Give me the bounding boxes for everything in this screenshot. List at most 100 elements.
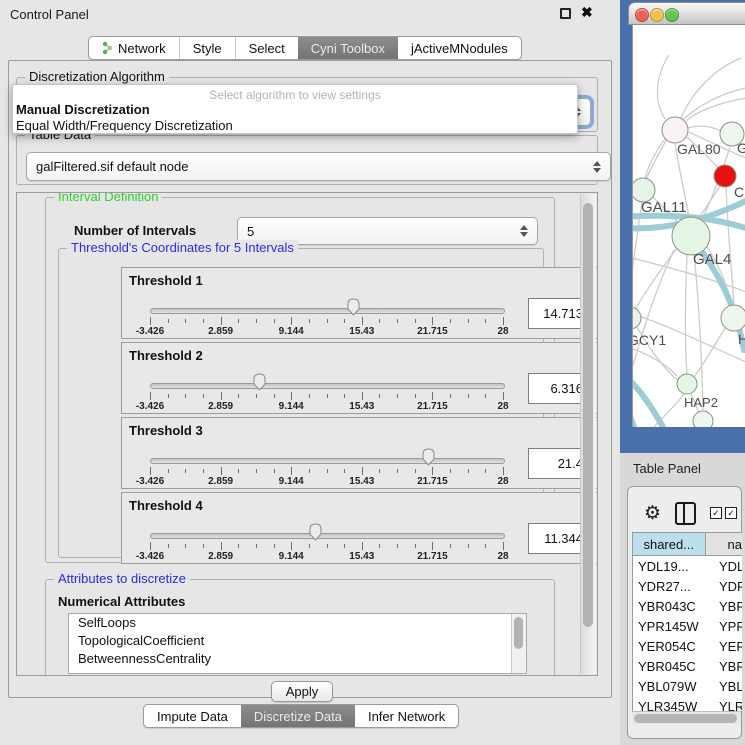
close-icon[interactable]: ✖ [581,4,593,21]
slider-ticks [150,392,503,401]
slider-thumb[interactable] [421,448,436,466]
attribute-list-item[interactable]: TopologicalCoefficient [69,632,526,650]
node-label: C [734,184,744,200]
scrollbar-thumb[interactable] [583,203,593,627]
slider-tick-labels: -3.4262.8599.14415.4321.71528 [150,551,503,562]
network-node[interactable] [677,374,697,394]
node-label: GCY1 [633,332,666,348]
network-node[interactable] [693,411,713,427]
network-node[interactable] [714,165,736,187]
threshold-3-panel: Threshold 3 -3.4262.8599.14415.4321.7152… [121,417,598,489]
panel-title: Control Panel [10,7,89,22]
table-data-group: Table Data galFiltered.sif default node [16,135,598,185]
minimize-traffic-light[interactable] [650,8,664,22]
table-row[interactable]: YPR145WYPR1 [633,616,742,636]
node-label: GAL80 [677,141,721,157]
network-node[interactable] [672,217,710,255]
numerical-attributes-list[interactable]: SelfLoopsTopologicalCoefficientBetweenne… [68,613,527,674]
combo-arrows-icon [593,161,601,173]
column-header-shared-name[interactable]: shared... [633,533,706,555]
node-label: HAP2 [684,395,718,410]
numerical-attributes-label: Numerical Attributes [58,594,185,609]
tab-style[interactable]: Style [179,37,235,59]
node-table: shared... na YDL19...YDL1YDR27...YDR2YBR… [632,532,742,712]
slider-tick-labels: -3.4262.8599.14415.4321.71528 [150,476,503,487]
slider-track[interactable] [150,308,505,314]
threshold-1-panel: Threshold 1 -3.4262.8599.14415.4321.7152… [121,267,598,339]
column-header-name[interactable]: na [706,533,742,555]
scrollbar-thumb[interactable] [634,714,737,723]
popup-option-manual-discretization[interactable]: Manual Discretization [16,102,150,117]
network-icon [102,41,113,55]
slider-track[interactable] [150,458,505,464]
slider-thumb[interactable] [346,298,361,316]
slider-thumb[interactable] [252,373,267,391]
checkbox-icon[interactable]: ✓ [710,507,722,519]
group-title: Discretization Algorithm [25,69,169,84]
slider-ticks [150,317,503,326]
attributes-group: Attributes to discretize Numerical Attri… [45,579,555,676]
top-tab-bar: Network Style Select Cyni Toolbox jActiv… [88,36,522,60]
slider-tick-labels: -3.4262.8599.14415.4321.71528 [150,326,503,337]
list-scrollbar[interactable] [511,614,526,673]
tab-infer-network[interactable]: Infer Network [355,705,458,727]
node-label: H [738,331,745,347]
table-row[interactable]: YDR27...YDR2 [633,576,742,596]
popup-option-equal-width[interactable]: Equal Width/Frequency Discretization [16,118,233,133]
threshold-label: Threshold 2 [129,348,203,363]
settings-scrollpane: Interval Definition Number of Intervals … [16,192,598,676]
tab-impute-data[interactable]: Impute Data [144,705,241,727]
threshold-4-panel: Threshold 4 -3.4262.8599.14415.4321.7152… [121,492,598,564]
table-row[interactable]: YDL19...YDL1 [633,556,742,576]
attribute-list-item[interactable]: BetweennessCentrality [69,650,526,668]
network-node[interactable] [633,307,641,329]
table-row[interactable]: YLR345WYLR3 [633,696,742,712]
tab-select[interactable]: Select [235,37,298,59]
table-header-row: shared... na [633,533,742,556]
table-data-combobox[interactable]: galFiltered.sif default node [26,152,611,181]
gear-icon[interactable]: ⚙ [644,504,661,523]
num-intervals-label: Number of Intervals [74,223,196,238]
network-node[interactable] [721,305,745,331]
float-window-icon[interactable] [560,8,571,19]
zoom-traffic-light[interactable] [665,8,679,22]
threshold-2-panel: Threshold 2 -3.4262.8599.14415.4321.7152… [121,342,598,414]
slider-ticks [150,542,503,551]
tab-discretize-data[interactable]: Discretize Data [241,705,355,727]
threshold-coordinates-group: Threshold's Coordinates for 5 Intervals … [58,248,544,558]
vertical-scrollbar[interactable] [580,194,596,674]
node-label: GA [737,140,745,156]
apply-button[interactable]: Apply [271,681,333,702]
table-row[interactable]: YBR043CYBR0 [633,596,742,616]
network-node[interactable] [662,117,688,143]
threshold-label: Threshold 1 [129,273,203,288]
slider-ticks [150,467,503,476]
group-title: Threshold's Coordinates for 5 Intervals [67,240,298,255]
slider-track[interactable] [150,533,505,539]
table-row[interactable]: YER054CYER0 [633,636,742,656]
interval-definition-group: Interval Definition Number of Intervals … [45,197,555,563]
tab-jactivemnodules[interactable]: jActiveMNodules [398,37,521,59]
slider-track[interactable] [150,383,505,389]
network-view-canvas[interactable]: GAL80GACGAL11GAL4GCY1HHAP2 [632,25,745,427]
table-row[interactable]: YBR045CYBR0 [633,656,742,676]
tab-cyni-toolbox[interactable]: Cyni Toolbox [298,37,398,59]
network-window-titlebar[interactable] [628,2,745,25]
slider-thumb[interactable] [308,523,323,541]
algorithm-dropdown-popup: Select algorithm to view settings Manual… [12,84,578,134]
table-horizontal-scrollbar[interactable] [632,711,741,724]
group-title: Interval Definition [54,192,162,204]
combo-arrows-icon [520,225,528,237]
close-traffic-light[interactable] [635,8,649,22]
group-title: Attributes to discretize [54,571,190,586]
attribute-list-item[interactable]: SelfLoops [69,614,526,632]
slider-tick-labels: -3.4262.8599.14415.4321.71528 [150,401,503,412]
table-toolbar: ⚙ ✓ ✓ [628,498,742,528]
tab-network[interactable]: Network [89,37,179,59]
tab-label: Network [118,41,166,56]
node-label: GAL4 [693,251,731,268]
table-row[interactable]: YBL079WYBL0 [633,676,742,696]
table-panel-title: Table Panel [633,461,701,476]
checkbox-icon[interactable]: ✓ [725,507,737,519]
columns-icon[interactable] [675,502,696,525]
